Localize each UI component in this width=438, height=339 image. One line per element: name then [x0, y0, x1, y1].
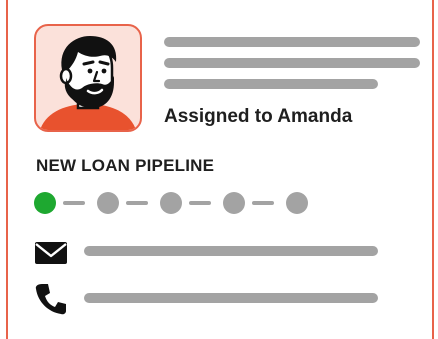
- detail-placeholder-line: [164, 58, 420, 68]
- pipeline-stage-5[interactable]: [286, 192, 308, 214]
- avatar: [34, 24, 142, 132]
- phone-placeholder-line: [84, 293, 378, 303]
- pipeline-stage-4[interactable]: [223, 192, 245, 214]
- pipeline-title: NEW LOAN PIPELINE: [36, 156, 215, 175]
- pipeline-stage-connector: [189, 201, 211, 205]
- man-with-beard-avatar-icon: [40, 36, 136, 130]
- pipeline-stage-2[interactable]: [97, 192, 119, 214]
- pipeline-stage-connector: [126, 201, 148, 205]
- assigned-to-label: Assigned to Amanda: [164, 106, 353, 127]
- pipeline-stage-3[interactable]: [160, 192, 182, 214]
- detail-placeholder-line: [164, 79, 378, 89]
- pipeline-stages: [34, 191, 324, 215]
- phone-icon[interactable]: [34, 282, 68, 316]
- email-placeholder-line: [84, 246, 378, 256]
- envelope-icon[interactable]: [34, 236, 68, 270]
- loan-card: Assigned to Amanda NEW LOAN PIPELINE: [6, 0, 434, 339]
- name-placeholder-line: [164, 37, 420, 47]
- pipeline-stage-connector: [252, 201, 274, 205]
- pipeline-stage-connector: [63, 201, 85, 205]
- pipeline-stage-1[interactable]: [34, 192, 56, 214]
